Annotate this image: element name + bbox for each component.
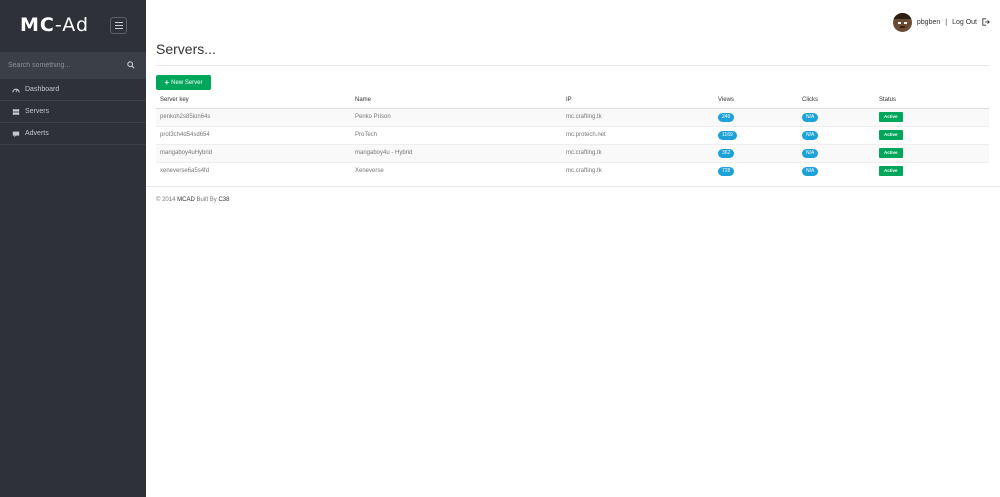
logout-icon[interactable] — [982, 18, 990, 26]
status-badge: Active — [879, 166, 903, 177]
table-row[interactable]: penkoh2s85ion64s Penko Prison mc.craftin… — [156, 107, 989, 126]
sidebar-item-label: Dashboard — [25, 86, 60, 93]
column-header-views: Views — [714, 92, 798, 109]
status-badge: Active — [879, 130, 903, 140]
clicks-badge: N/A — [802, 130, 819, 140]
server-key-cell: xeneverse6a5s4fd — [156, 161, 351, 180]
table-row[interactable]: mangaboy4uHybrid mangaboy4u - Hybrid mc.… — [156, 143, 989, 162]
app-logo[interactable]: MC-Ad — [20, 14, 89, 36]
logo-bar: MC-Ad — [0, 0, 146, 52]
server-ip-cell: mc.protech.net — [562, 125, 714, 144]
views-badge: 728 — [718, 166, 735, 176]
views-badge: 1169 — [718, 130, 737, 140]
footer-product: MCAD — [177, 197, 195, 203]
dashboard-icon — [12, 88, 20, 93]
footer: © 2014 MCAD Built By C38 — [156, 197, 230, 203]
sidebar-item-adverts[interactable]: Adverts — [0, 123, 146, 145]
plus-icon: + — [164, 77, 170, 87]
sidebar-item-label: Adverts — [25, 130, 49, 137]
sidebar-item-servers[interactable]: Servers — [0, 101, 146, 123]
sidebar-search — [0, 52, 146, 79]
column-header-status: Status — [875, 92, 989, 109]
server-ip-cell: mc.crafting.tk — [562, 161, 714, 180]
table-row[interactable]: prot3ch4d54sd654 ProTech mc.protech.net … — [156, 125, 989, 144]
server-key-cell: mangaboy4uHybrid — [156, 143, 351, 162]
sidebar: MC-Ad Dashboard Servers Adverts — [0, 0, 146, 497]
server-key-cell: prot3ch4d54sd654 — [156, 125, 351, 144]
logout-link[interactable]: Log Out — [952, 19, 977, 26]
server-name-cell: ProTech — [351, 125, 562, 144]
table-row[interactable]: xeneverse6a5s4fd Xeneverse mc.crafting.t… — [156, 161, 989, 180]
column-header-server-key: Server key — [156, 92, 351, 109]
views-badge: 362 — [718, 148, 735, 158]
server-ip-cell: mc.crafting.tk — [562, 107, 714, 126]
server-icon — [12, 109, 20, 115]
search-input[interactable] — [8, 58, 118, 73]
sidebar-item-label: Servers — [25, 108, 50, 115]
user-menu: pbgben | Log Out — [892, 12, 990, 32]
column-header-name: Name — [351, 92, 562, 109]
footer-author-link[interactable]: C38 — [218, 197, 229, 203]
server-ip-cell: mc.crafting.tk — [562, 143, 714, 162]
menu-toggle-button[interactable] — [110, 17, 127, 34]
status-badge: Active — [879, 112, 903, 122]
divider — [156, 65, 989, 66]
column-header-clicks: Clicks — [798, 92, 875, 109]
clicks-badge: N/A — [802, 112, 819, 122]
server-name-cell: mangaboy4u - Hybrid — [351, 143, 562, 162]
server-key-cell: penkoh2s85ion64s — [156, 107, 351, 126]
search-icon[interactable] — [127, 61, 135, 69]
comment-icon — [12, 131, 20, 138]
server-name-cell: Penko Prison — [351, 107, 562, 126]
new-server-button[interactable]: + New Server — [156, 75, 211, 90]
footer-divider — [146, 186, 1000, 187]
column-header-ip: IP — [562, 92, 714, 109]
avatar[interactable] — [892, 12, 912, 32]
clicks-badge: N/A — [802, 148, 819, 158]
table-header-row: Server key Name IP Views Clicks Status — [156, 92, 989, 109]
separator: | — [945, 18, 948, 26]
views-badge: 249 — [718, 112, 735, 122]
servers-table: Server key Name IP Views Clicks Status p… — [156, 92, 989, 180]
hamburger-icon — [114, 22, 123, 23]
status-badge: Active — [879, 148, 903, 158]
sidebar-item-dashboard[interactable]: Dashboard — [0, 79, 146, 101]
username[interactable]: pbgben — [917, 19, 940, 26]
server-name-cell: Xeneverse — [351, 161, 562, 180]
clicks-badge: N/A — [802, 166, 819, 176]
page-title: Servers... — [156, 41, 216, 57]
